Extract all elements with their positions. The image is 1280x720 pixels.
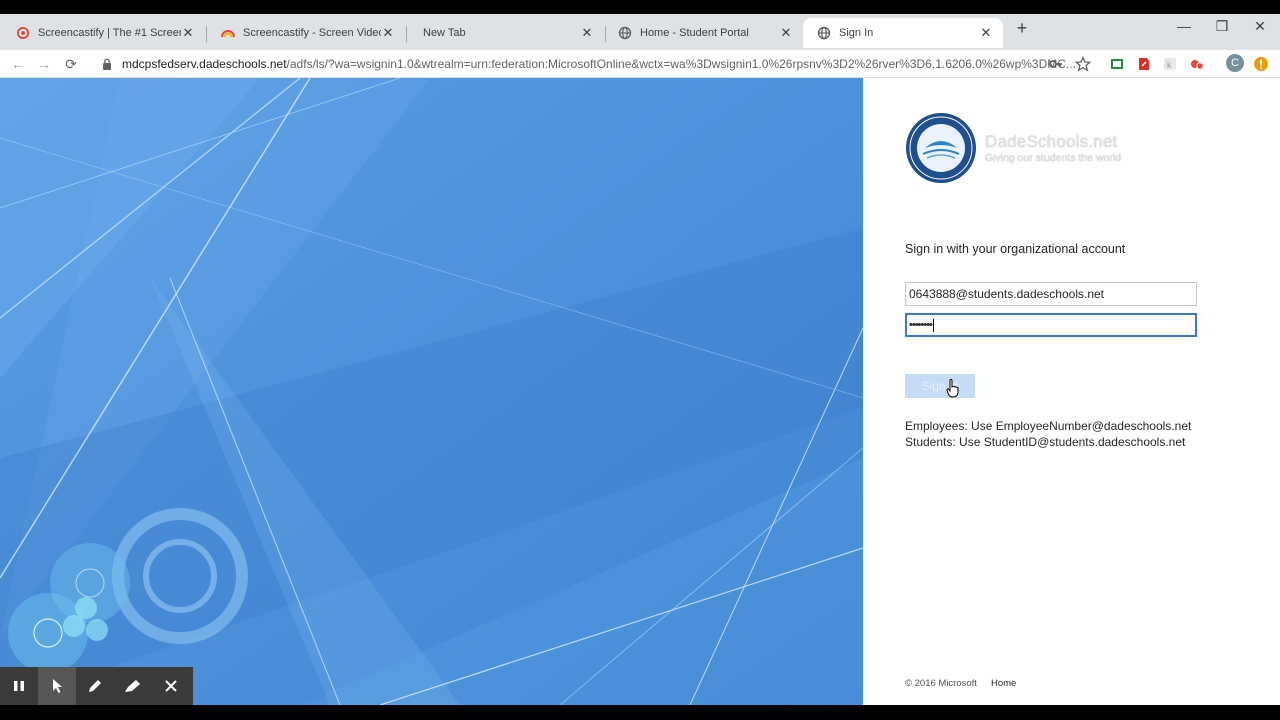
copyright-text: © 2016 Microsoft	[905, 678, 977, 689]
update-alert-icon[interactable]	[1253, 56, 1269, 72]
close-icon[interactable]: ✕	[181, 25, 195, 41]
sign-in-panel: DadeSchools.net Giving our students the …	[863, 78, 1280, 705]
pointer-icon	[53, 679, 62, 693]
restore-button[interactable]: ❐	[1212, 18, 1232, 35]
close-icon	[165, 680, 177, 692]
highlighter-tool-button[interactable]	[114, 667, 152, 705]
tab-screencastify-1[interactable]: Screencastify | The #1 Screen Rec ✕	[2, 18, 205, 48]
lock-icon	[103, 58, 111, 70]
url-host: mdcpsfedserv.dadeschools.net	[122, 57, 287, 71]
forward-button[interactable]: →	[34, 54, 54, 74]
pen-tool-button[interactable]	[76, 667, 114, 705]
star-icon[interactable]	[1075, 56, 1091, 72]
sign-in-button[interactable]: Sign in	[905, 374, 975, 398]
close-icon[interactable]: ✕	[979, 25, 993, 41]
tab-new-tab[interactable]: New Tab ✕	[401, 18, 604, 48]
dadeschools-logo: DadeSchools.net Giving our students the …	[905, 112, 1145, 188]
logo-tagline: Giving our students the world	[985, 152, 1121, 164]
logo-name: DadeSchools.net	[985, 132, 1118, 151]
close-icon[interactable]: ✕	[779, 25, 793, 41]
address-bar[interactable]: mdcpsfedserv.dadeschools.net/adfs/ls/?wa…	[96, 51, 1100, 77]
top-border	[0, 0, 1280, 14]
pause-recording-button[interactable]	[0, 667, 38, 705]
window-close-button[interactable]: ✕	[1250, 18, 1270, 35]
pdf-extension-icon[interactable]	[1136, 56, 1152, 72]
tab-title: Screencastify - Screen Video Rec	[243, 27, 381, 39]
browser-toolbar: ← → ⟳ mdcpsfedserv.dadeschools.net/adfs/…	[0, 50, 1280, 78]
employee-hint: Employees: Use EmployeeNumber@dadeschool…	[905, 419, 1192, 433]
tab-title: New Tab	[423, 27, 466, 39]
k-extension-icon[interactable]: k	[1162, 56, 1178, 72]
tab-strip: Screencastify | The #1 Screen Rec ✕ Scre…	[0, 14, 1280, 50]
screen: Screencastify | The #1 Screen Rec ✕ Scre…	[0, 0, 1280, 720]
svg-text:k: k	[1167, 60, 1172, 70]
url-text: mdcpsfedserv.dadeschools.net/adfs/ls/?wa…	[122, 57, 1100, 71]
close-icon[interactable]: ✕	[580, 25, 594, 41]
rainbow-icon	[221, 30, 235, 38]
screencastify-icon	[17, 27, 29, 39]
globe-icon	[618, 26, 632, 40]
sheets-extension-icon[interactable]	[1109, 56, 1125, 72]
home-link[interactable]: Home	[991, 678, 1016, 689]
screencastify-extension-icon[interactable]	[1189, 56, 1205, 72]
tab-sign-in[interactable]: Sign In ✕	[803, 18, 1003, 48]
hand-cursor-icon	[946, 379, 959, 398]
page-content: DadeSchools.net Giving our students the …	[0, 78, 1280, 705]
close-toolbar-button[interactable]	[152, 667, 190, 705]
tab-student-portal[interactable]: Home - Student Portal ✕	[604, 18, 803, 48]
pause-icon	[14, 681, 24, 691]
reload-button[interactable]: ⟳	[61, 54, 81, 74]
key-icon[interactable]	[1048, 56, 1064, 72]
tab-title: Screencastify | The #1 Screen Rec	[38, 27, 181, 39]
url-path: /adfs/ls/?wa=wsignin1.0&wtrealm=urn:fede…	[286, 57, 1076, 71]
back-button[interactable]: ←	[8, 54, 28, 74]
close-icon[interactable]: ✕	[381, 25, 395, 41]
page-footer: © 2016 Microsoft Home	[905, 678, 1016, 689]
password-mask: ••••••••	[909, 319, 933, 331]
text-caret	[932, 318, 934, 332]
abstract-lines-graphic	[0, 78, 863, 705]
tab-screencastify-2[interactable]: Screencastify - Screen Video Rec ✕	[207, 18, 405, 48]
tab-title: Sign In	[839, 27, 874, 39]
pointer-tool-button[interactable]	[38, 667, 76, 705]
new-tab-button[interactable]: +	[1012, 18, 1032, 38]
globe-icon	[817, 26, 831, 40]
minimize-button[interactable]: —	[1174, 18, 1194, 34]
highlighter-icon	[125, 680, 140, 692]
tab-title: Home - Student Portal	[640, 27, 749, 39]
pen-icon	[89, 680, 101, 692]
sign-in-heading: Sign in with your organizational account	[905, 242, 1126, 256]
password-field[interactable]: ••••••••	[905, 313, 1197, 337]
background-illustration	[0, 78, 863, 705]
username-field[interactable]: 0643888@students.dadeschools.net	[905, 282, 1197, 306]
profile-avatar[interactable]: C	[1226, 54, 1244, 72]
bottom-border	[0, 705, 1280, 720]
screencastify-toolbar	[0, 667, 193, 705]
student-hint: Students: Use StudentID@students.dadesch…	[905, 435, 1186, 449]
